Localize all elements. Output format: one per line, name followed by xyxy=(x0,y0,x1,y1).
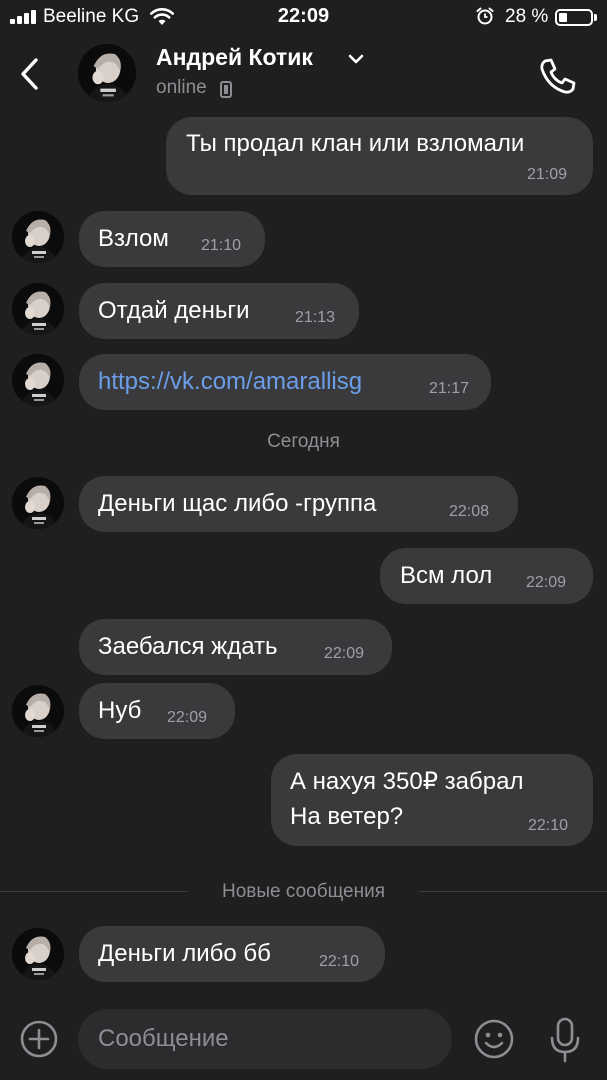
message-time: 21:10 xyxy=(201,237,242,254)
battery-level-fill xyxy=(559,13,568,22)
sender-avatar[interactable] xyxy=(12,211,64,263)
message-bubble-incoming[interactable]: Взлом 21:10 xyxy=(79,211,265,267)
message-text: Деньги либо бб xyxy=(98,940,271,967)
battery-icon xyxy=(555,9,593,26)
message-line-2: На ветер? xyxy=(290,803,404,830)
new-messages-divider-right xyxy=(419,891,607,892)
message-composer xyxy=(0,1005,607,1080)
message-time: 21:17 xyxy=(429,380,470,397)
message-bubble-incoming[interactable]: https://vk.com/amarallisg 21:17 xyxy=(79,354,491,410)
message-time: 22:10 xyxy=(319,953,360,970)
message-text: Ты продал клан или взломали xyxy=(186,130,525,157)
battery-percentage: 28 % xyxy=(505,6,549,27)
message-text: Взлом xyxy=(98,225,169,252)
new-messages-label: Новые сообщения xyxy=(222,881,385,902)
sender-avatar[interactable] xyxy=(12,283,64,335)
message-bubble-outgoing[interactable]: Всм лол 22:09 xyxy=(380,548,593,604)
message-bubble-incoming[interactable]: Деньги щас либо -группа 22:08 xyxy=(79,476,518,532)
message-text: Нуб xyxy=(98,697,142,724)
message-time: 22:09 xyxy=(324,645,365,662)
message-bubble-incoming[interactable]: Нуб 22:09 xyxy=(79,683,235,739)
alarm-clock-icon xyxy=(476,7,494,25)
contact-name[interactable]: Андрей Котик xyxy=(156,44,313,71)
message-text: Всм лол xyxy=(400,562,493,589)
status-bar: Beeline KG 22:09 28 % xyxy=(0,0,607,34)
back-arrow-icon[interactable] xyxy=(12,52,48,96)
message-bubble-incoming[interactable]: Деньги либо бб 22:10 xyxy=(79,926,385,982)
sender-avatar[interactable] xyxy=(12,354,64,406)
message-bubble-outgoing[interactable]: А нахуя 350₽ забрал На ветер? 22:10 xyxy=(271,754,593,846)
microphone-icon[interactable] xyxy=(546,1016,584,1064)
sender-avatar[interactable] xyxy=(12,477,64,529)
phone-call-icon[interactable] xyxy=(536,54,580,98)
message-time: 22:10 xyxy=(528,817,569,834)
plus-circle-icon[interactable] xyxy=(19,1019,59,1059)
battery-nub xyxy=(594,14,597,21)
sender-avatar[interactable] xyxy=(12,928,64,980)
message-bubble-incoming[interactable]: Отдай деньги 21:13 xyxy=(79,283,359,339)
contact-avatar[interactable] xyxy=(78,44,136,102)
message-text: Отдай деньги xyxy=(98,297,250,324)
message-input[interactable] xyxy=(78,1009,452,1069)
message-time: 22:09 xyxy=(526,574,567,591)
contact-online-status: online xyxy=(156,77,207,98)
emoji-icon[interactable] xyxy=(473,1018,515,1060)
message-text: Деньги щас либо -группа xyxy=(98,490,377,517)
chevron-down-icon[interactable] xyxy=(347,52,365,66)
message-text: А нахуя 350₽ забрал На ветер? xyxy=(290,764,523,834)
chat-header: Андрей Котик online xyxy=(0,34,607,110)
message-bubble-incoming[interactable]: Заебался ждать 22:09 xyxy=(79,619,392,675)
message-time: 21:13 xyxy=(295,309,336,326)
message-bubble-outgoing[interactable]: Ты продал клан или взломали 21:09 xyxy=(166,117,593,195)
message-time: 22:08 xyxy=(449,503,490,520)
message-time: 22:09 xyxy=(167,709,208,726)
mobile-phone-icon xyxy=(220,81,232,98)
sender-avatar[interactable] xyxy=(12,685,64,737)
date-separator: Сегодня xyxy=(267,431,340,452)
message-text: Заебался ждать xyxy=(98,633,278,660)
message-link[interactable]: https://vk.com/amarallisg xyxy=(98,368,362,396)
message-line-1: А нахуя 350₽ забрал xyxy=(290,768,524,795)
message-time: 21:09 xyxy=(527,166,568,183)
